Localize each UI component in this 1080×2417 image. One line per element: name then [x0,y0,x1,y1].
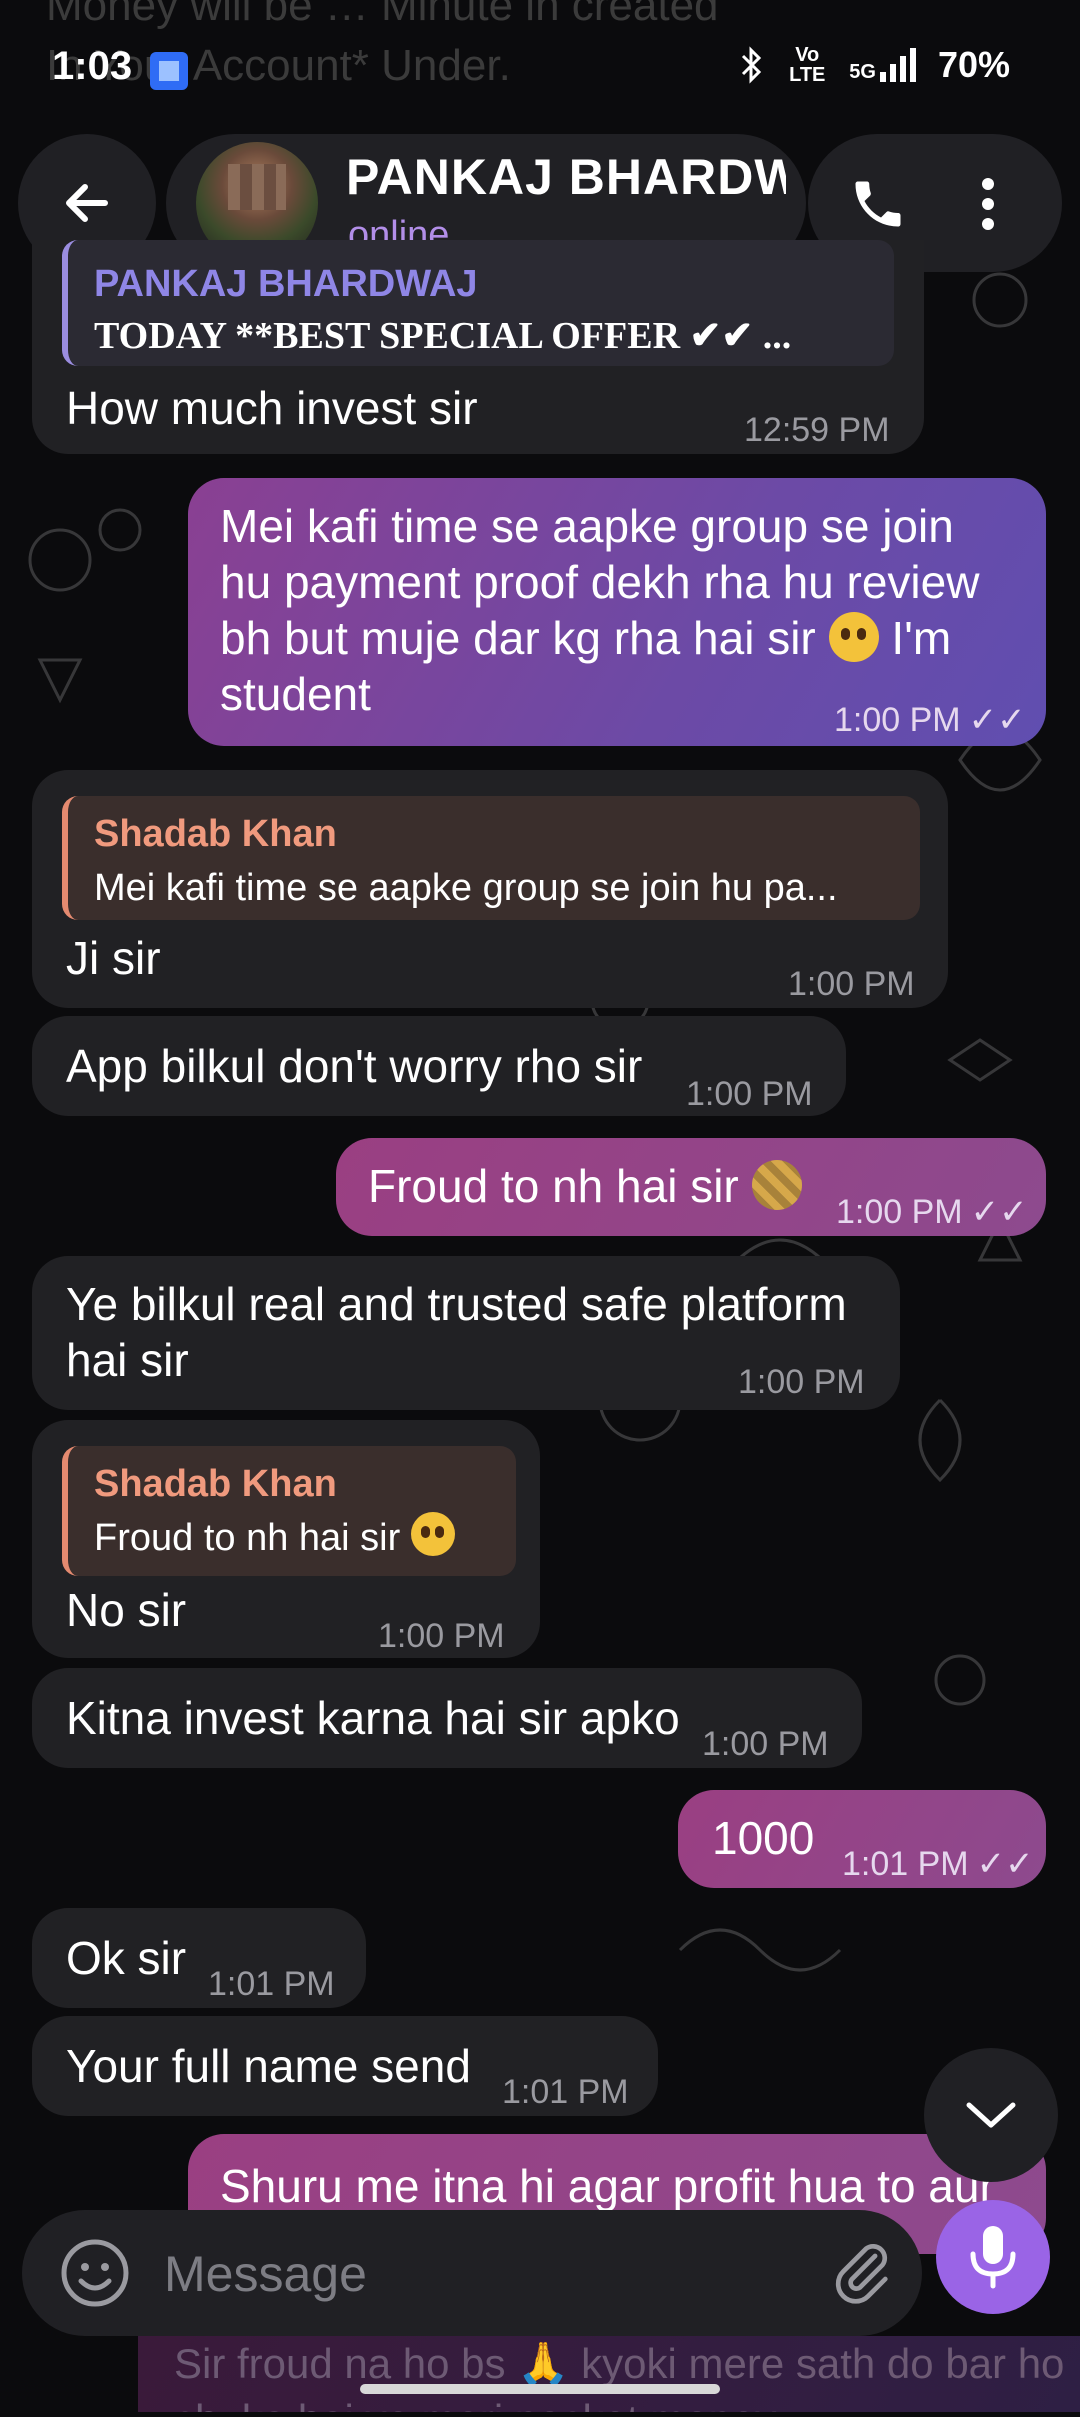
pleading-face-emoji [828,612,879,662]
message-incoming[interactable]: Ye bilkul real and trusted safe platform… [32,1256,900,1410]
message-composer [22,2210,922,2336]
message-time: 1:00 PM ✓✓ [834,692,1026,748]
network-type: 5G [849,61,876,83]
message-time: 1:00 PM [738,1363,865,1401]
read-ticks-icon: ✓✓ [976,1845,1034,1883]
message-incoming[interactable]: Your full name send 1:01 PM [32,2016,658,2116]
message-text: Kitna invest karna hai sir apko [66,1692,680,1744]
quoted-text: Mei kafi time se aapke group se join hu … [94,867,838,909]
message-line: Ye bilkul real and trusted safe platform [66,1278,847,1330]
message-text: Ji sir [66,932,161,984]
phone-icon [855,181,901,227]
message-time: 1:00 PM [702,1725,829,1763]
blurred-emoji [751,1160,802,1210]
message-incoming[interactable]: Kitna invest karna hai sir apko 1:00 PM [32,1668,862,1768]
message-time: 1:01 PM [208,1965,335,2003]
pleading-face-emoji [410,1512,455,1556]
bluetooth-icon [742,46,762,84]
more-vertical-icon [982,178,994,230]
message-time: 1:00 PM [788,965,915,1003]
battery-level: 70% [937,44,1010,85]
message-time: 1:00 PM ✓✓ [836,1184,1028,1240]
message-incoming[interactable]: Shadab Khan Mei kafi time se aapke group… [32,770,948,1008]
scroll-to-bottom-button[interactable] [924,2048,1058,2182]
more-menu-button[interactable] [948,164,1028,244]
message-line: hai sir [66,1334,189,1386]
read-ticks-icon: ✓✓ [968,701,1026,739]
paperclip-icon [835,2244,888,2304]
volte-indicator: Vo LTE [789,44,826,86]
status-bar: 1:03 Vo LTE 5G 70% [0,0,1080,140]
message-time: 1:00 PM [686,1075,813,1113]
message-text: 1000 [712,1812,815,1864]
call-button[interactable] [838,164,918,244]
status-indicators: Vo LTE 5G 70% [739,44,1010,86]
message-text: Mei kafi time se aapke group se join hu … [220,498,1020,722]
message-incoming[interactable]: App bilkul don't worry rho sir 1:00 PM [32,1016,846,1116]
message-input[interactable] [162,2236,806,2312]
home-indicator[interactable] [360,2384,720,2394]
message-text: Shuru me itna hi agar profit hua to aur [220,2160,995,2212]
message-time: 1:01 PM [502,2073,629,2111]
read-ticks-icon: ✓✓ [970,1193,1028,1231]
quoted-sender: Shadab Khan [94,813,337,855]
message-outgoing[interactable]: Mei kafi time se aapke group se join hu … [188,478,1046,746]
message-text: How much invest sir [66,382,478,434]
quoted-message[interactable]: Shadab Khan Froud to nh hai sir [62,1446,516,1576]
contact-name: PANKAJ BHARDWAJ [346,149,786,205]
quoted-text: TODAY **BEST SPECIAL OFFER ✔✔ ... [94,315,792,357]
message-time: 1:00 PM [378,1617,505,1655]
smiley-icon [61,2239,129,2307]
message-line: bh but muje dar kg rha hai sir I'm [220,612,952,664]
message-text: Froud to nh hai sir [368,1158,802,1214]
quoted-message[interactable]: PANKAJ BHARDWAJ TODAY **BEST SPECIAL OFF… [62,240,894,366]
message-text: No sir [66,1584,187,1636]
notification-app-icon [150,52,188,90]
message-outgoing[interactable]: 1000 1:01 PM ✓✓ [678,1790,1046,1888]
microphone-icon [970,2226,1016,2289]
message-incoming[interactable]: Shadab Khan Froud to nh hai sir No sir 1… [32,1420,540,1658]
quoted-sender: Shadab Khan [94,1463,337,1505]
message-time: 12:59 PM [744,411,890,449]
message-line: hu payment proof dekh rha hu review [220,556,980,608]
status-time: 1:03 [52,44,133,88]
message-text: App bilkul don't worry rho sir [66,1040,643,1092]
message-incoming[interactable]: PANKAJ BHARDWAJ TODAY **BEST SPECIAL OFF… [32,240,924,454]
signal-icon: 5G [849,48,916,82]
message-time: 1:01 PM ✓✓ [842,1836,1034,1892]
voice-message-button[interactable] [936,2200,1050,2314]
message-text: Your full name send [66,2040,471,2092]
emoji-button[interactable] [58,2236,132,2310]
message-incoming[interactable]: Ok sir 1:01 PM [32,1908,366,2008]
quoted-text: Froud to nh hai sir [94,1510,455,1566]
quoted-sender: PANKAJ BHARDWAJ [94,263,478,305]
hidden-message-preview: Sir froud na ho bs 🙏 kyoki mere sath do … [138,2336,1080,2412]
chevron-down-icon [966,2102,1016,2128]
message-text: Ye bilkul real and trusted safe platform… [66,1276,847,1388]
message-outgoing[interactable]: Froud to nh hai sir 1:00 PM ✓✓ [336,1138,1046,1236]
message-text: Ok sir [66,1932,187,1984]
quoted-message[interactable]: Shadab Khan Mei kafi time se aapke group… [62,796,920,920]
back-arrow-icon [66,184,108,222]
message-line: Mei kafi time se aapke group se join [220,500,954,552]
attach-button[interactable] [822,2232,902,2312]
